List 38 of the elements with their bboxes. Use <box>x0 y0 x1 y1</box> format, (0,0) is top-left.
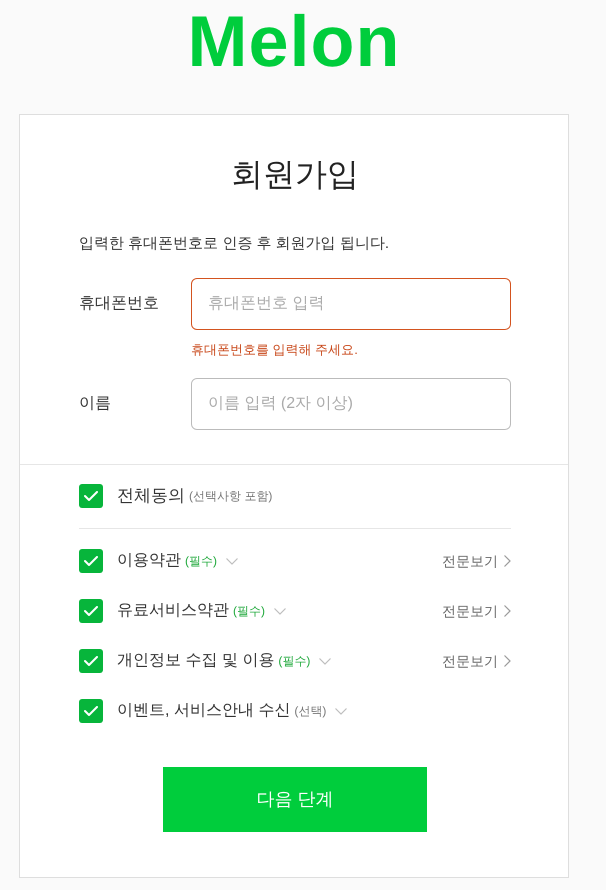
chevron-down-icon[interactable] <box>226 558 238 564</box>
field-label: 휴대폰번호 <box>79 294 160 314</box>
chevron-down-icon[interactable] <box>319 658 332 664</box>
terms-tag: (필수) <box>278 652 310 670</box>
terms-tag: (필수) <box>185 552 217 570</box>
view-full-link[interactable]: 전문보기 <box>442 550 511 572</box>
terms-label: 개인정보 수집 및 이용 <box>117 651 274 671</box>
terms-tag: (선택) <box>294 702 326 720</box>
chevron-down-icon[interactable] <box>274 608 286 614</box>
page-title: 회원가입 <box>230 155 360 194</box>
logo: Melon <box>188 2 400 82</box>
error-message: 휴대폰번호를 입력해 주세요. <box>191 341 359 359</box>
chevron-right-icon <box>504 555 511 567</box>
checkbox[interactable] <box>79 599 103 623</box>
checkbox[interactable] <box>79 484 103 508</box>
check-icon <box>84 491 98 501</box>
check-icon <box>84 556 98 566</box>
check-icon <box>84 706 98 716</box>
chevron-right-icon <box>504 655 511 667</box>
chevron-right-icon <box>504 605 511 617</box>
agree-all-note: (선택사항 포함) <box>189 488 272 505</box>
chevron-down-icon[interactable] <box>335 708 348 714</box>
checkbox[interactable] <box>79 649 103 673</box>
input-field[interactable]: 휴대폰번호 입력 <box>191 278 511 330</box>
field-label: 이름 <box>79 394 112 414</box>
terms-label: 이용약관 <box>117 551 181 571</box>
terms-label: 이벤트, 서비스안내 수신 <box>117 701 290 721</box>
description-text: 입력한 휴대폰번호로 인증 후 회원가입 됩니다. <box>79 234 390 254</box>
terms-label: 유료서비스약관 <box>117 601 229 621</box>
checkbox[interactable] <box>79 699 103 723</box>
check-icon <box>84 606 98 616</box>
checkbox[interactable] <box>79 549 103 573</box>
view-full-link[interactable]: 전문보기 <box>442 650 511 672</box>
view-full-link[interactable]: 전문보기 <box>442 600 511 622</box>
terms-tag: (필수) <box>233 602 265 620</box>
agree-all-label: 전체동의 <box>117 485 185 508</box>
input-field[interactable]: 이름 입력 (2자 이상) <box>191 378 511 430</box>
check-icon <box>84 656 98 666</box>
